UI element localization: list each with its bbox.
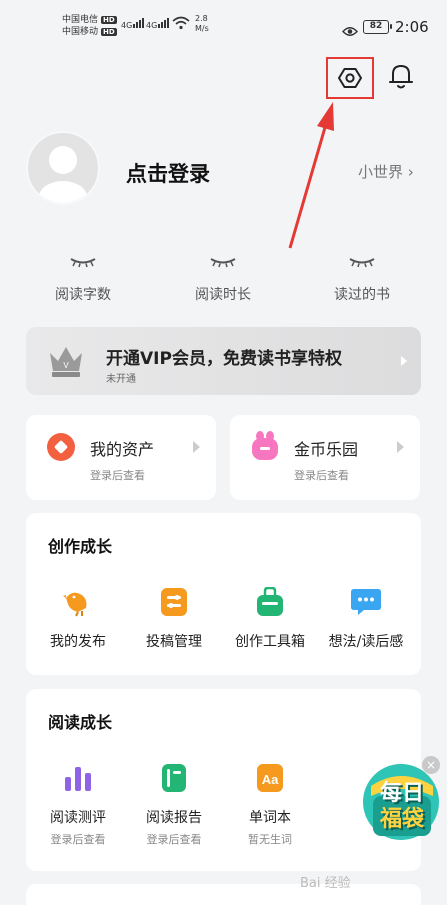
coin-park-title: 金币乐园 xyxy=(294,440,359,459)
stat-reading-time[interactable]: 阅读时长 xyxy=(173,256,273,304)
grid-item-reading-report[interactable]: 阅读报告 登录后查看 xyxy=(126,761,222,847)
battery-icon: 82 xyxy=(363,20,392,34)
wifi-icon xyxy=(172,15,190,34)
settings-hexagon-icon xyxy=(338,68,362,88)
stat-books-read[interactable]: 读过的书 xyxy=(312,256,412,304)
my-assets-card[interactable]: 我的资产 登录后查看 xyxy=(26,415,216,500)
stat-reading-words[interactable]: 阅读字数 xyxy=(33,256,133,304)
stat-label: 读过的书 xyxy=(334,287,390,303)
promo-close-button[interactable]: × xyxy=(422,756,440,774)
notebook-icon xyxy=(162,764,186,792)
small-world-link[interactable]: 小世界 › xyxy=(358,161,414,182)
network-speed: 2.8 M/s xyxy=(195,14,209,33)
vip-title: 开通VIP会员，免费读书享特权 xyxy=(106,349,342,369)
coin-park-subtitle: 登录后查看 xyxy=(294,469,349,482)
vip-status: 未开通 xyxy=(106,374,136,385)
hd-badge-1: HD xyxy=(101,16,117,24)
grid-item-label: 我的发布 xyxy=(50,634,106,650)
login-link[interactable]: 点击登录 xyxy=(126,158,210,188)
grid-item-word-book[interactable]: Aa 单词本 暂无生词 xyxy=(222,761,318,847)
grid-item-subtitle: 暂无生词 xyxy=(248,833,292,846)
hd-badge-2: HD xyxy=(101,28,117,36)
grid-item-label: 投稿管理 xyxy=(146,634,202,650)
carrier-2: 中国移动 xyxy=(62,27,99,37)
reading-title: 阅读成长 xyxy=(48,713,113,732)
word-book-icon: Aa xyxy=(257,764,283,792)
chevron-right-icon xyxy=(193,441,200,453)
grid-item-label: 单词本 xyxy=(249,810,291,826)
vip-banner[interactable]: V 开通VIP会员，免费读书享特权 未开通 xyxy=(26,327,421,395)
bird-icon xyxy=(63,592,87,617)
grid-item-label: 阅读报告 xyxy=(146,810,202,826)
avatar[interactable] xyxy=(26,131,100,205)
closed-eye-icon xyxy=(210,258,236,268)
chat-icon xyxy=(351,589,381,615)
coin-bag-icon xyxy=(252,431,278,460)
creation-section: 创作成长 我的发布 投稿管理 创作工具箱 想法/读后感 xyxy=(26,513,421,675)
grid-item-submission[interactable]: 投稿管理 xyxy=(126,585,222,651)
assets-icon xyxy=(47,433,75,461)
grid-item-thoughts[interactable]: 想法/读后感 xyxy=(318,585,414,651)
signal-icon-1: 4G xyxy=(121,17,145,30)
chart-icon xyxy=(65,767,91,791)
notification-bell-button[interactable] xyxy=(388,62,414,94)
grid-item-subtitle: 登录后查看 xyxy=(146,833,202,846)
crown-icon: V xyxy=(50,347,82,377)
svg-text:Aa: Aa xyxy=(262,772,279,787)
closed-eye-icon xyxy=(349,258,375,268)
clock: 2:06 xyxy=(395,18,429,36)
carrier-1: 中国电信 xyxy=(62,15,99,25)
promo-line-1: 每日 xyxy=(379,781,424,806)
toolbox-icon xyxy=(257,587,283,616)
eye-icon xyxy=(342,22,358,41)
closed-eye-icon xyxy=(70,258,96,268)
grid-item-my-posts[interactable]: 我的发布 xyxy=(30,585,126,651)
svg-text:V: V xyxy=(63,361,69,370)
settings-button[interactable] xyxy=(326,57,374,99)
assets-subtitle: 登录后查看 xyxy=(90,469,145,482)
creation-title: 创作成长 xyxy=(48,537,113,556)
bottom-section-card xyxy=(26,884,421,905)
grid-item-subtitle: 登录后查看 xyxy=(50,833,106,846)
manage-icon xyxy=(161,588,187,616)
stat-label: 阅读字数 xyxy=(55,287,111,303)
grid-item-toolbox[interactable]: 创作工具箱 xyxy=(222,585,318,651)
grid-item-label: 想法/读后感 xyxy=(328,634,404,650)
watermark: Bai 经验 xyxy=(300,876,351,891)
grid-item-label: 阅读测评 xyxy=(50,810,106,826)
bell-icon xyxy=(389,65,413,89)
promo-line-2: 福袋 xyxy=(379,807,424,832)
assets-title: 我的资产 xyxy=(90,440,155,459)
signal-icon-2: 4G xyxy=(146,17,170,30)
coin-park-card[interactable]: 金币乐园 登录后查看 xyxy=(230,415,420,500)
status-bar: 中国电信 HD 中国移动 HD 4G 4G 2.8 M/s 82 2:06 xyxy=(0,0,447,42)
grid-item-reading-test[interactable]: 阅读测评 登录后查看 xyxy=(30,761,126,847)
stat-label: 阅读时长 xyxy=(195,287,251,303)
carrier-info: 中国电信 HD 中国移动 HD xyxy=(62,14,117,38)
default-avatar-icon xyxy=(39,146,87,203)
grid-item-label: 创作工具箱 xyxy=(235,634,305,650)
chevron-right-icon xyxy=(397,441,404,453)
vip-arrow-icon xyxy=(401,356,407,366)
